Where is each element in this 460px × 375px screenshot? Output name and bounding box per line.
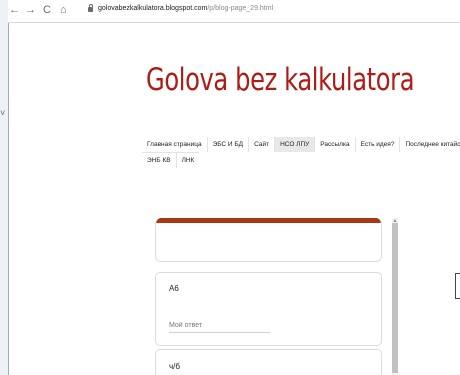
address-bar[interactable]: golovabezkalkulatora.blogspot.com/p/blog… [98, 5, 273, 12]
lock-icon [88, 4, 93, 12]
form-scrollbar[interactable]: ▲ [392, 218, 398, 375]
nav-item-lnk[interactable]: ЛНК [175, 152, 200, 168]
nav-item-ebs[interactable]: ЭБС И БД [206, 137, 249, 152]
question-card: ч/б [155, 349, 382, 375]
form-header-card [155, 218, 382, 262]
gutter-mark: ˅ [0, 108, 6, 118]
form-accent-bar [156, 218, 381, 223]
nav-item-nso-lpu[interactable]: НСО ЛПУ [274, 137, 315, 152]
url-host: golovabezkalkulatora.blogspot.com [98, 5, 208, 12]
embedded-form: А6 ч/б [155, 218, 395, 375]
nav-row-2: ЭНБ КВ ЛНК [142, 152, 460, 168]
nav-item-site[interactable]: Сайт [248, 137, 274, 152]
nav-item-mailing[interactable]: Рассылка [314, 137, 354, 152]
browser-toolbar: ← → C ⌂ golovabezkalkulatora.blogspot.co… [8, 0, 460, 23]
nav-item-home[interactable]: Главная страница [142, 137, 207, 152]
back-arrow-icon[interactable]: ← [9, 3, 20, 17]
forward-arrow-icon[interactable]: → [25, 3, 36, 17]
right-edge-box [455, 273, 460, 299]
nav-item-chinese[interactable]: Последнее китайское [399, 137, 460, 152]
blog-title[interactable]: Golova bez kalkulatora [146, 62, 415, 98]
nav-row-1: Главная страница ЭБС И БД Сайт НСО ЛПУ Р… [142, 137, 460, 152]
question-title: ч/б [169, 362, 180, 371]
nav-item-idea[interactable]: Есть идея? [354, 137, 400, 152]
home-icon[interactable]: ⌂ [60, 3, 67, 17]
reload-icon[interactable]: C [43, 3, 51, 17]
scrollbar-thumb[interactable] [392, 223, 398, 373]
question-card: А6 [155, 272, 382, 346]
left-gutter: ˅ [0, 0, 9, 375]
question-title: А6 [169, 284, 179, 293]
url-path: /p/blog-page_29.html [207, 5, 274, 12]
blog-nav-bar: Главная страница ЭБС И БД Сайт НСО ЛПУ Р… [142, 137, 460, 168]
answer-input[interactable] [169, 318, 270, 333]
nav-item-enb[interactable]: ЭНБ КВ [142, 152, 176, 168]
